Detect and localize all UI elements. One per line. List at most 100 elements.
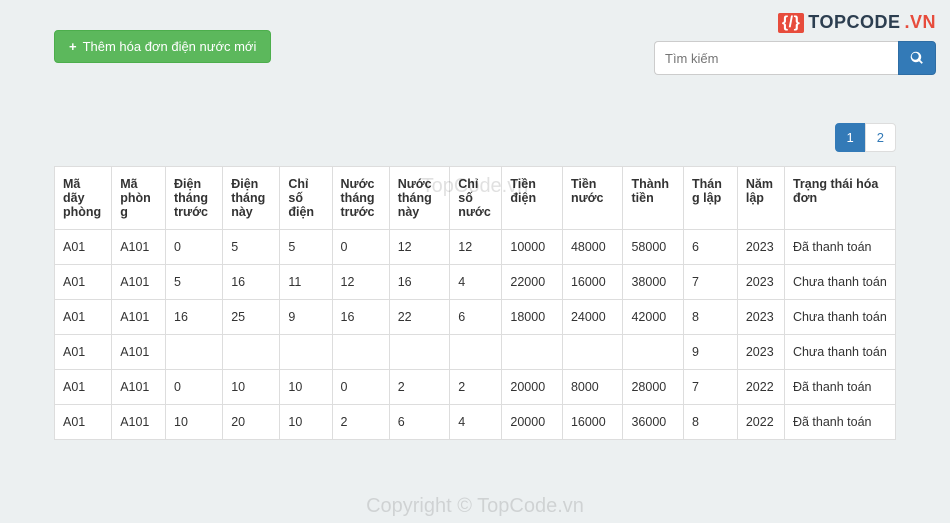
cell: 58000 xyxy=(623,230,684,265)
cell: 9 xyxy=(280,300,332,335)
logo-suffix: .VN xyxy=(904,12,936,33)
cell: A01 xyxy=(55,265,112,300)
search-icon xyxy=(910,51,924,65)
cell: A01 xyxy=(55,230,112,265)
cell: 10 xyxy=(166,405,223,440)
cell xyxy=(623,335,684,370)
col-dien-nay: Điện tháng này xyxy=(223,167,280,230)
cell: 0 xyxy=(166,230,223,265)
logo-brace-icon: {/} xyxy=(778,13,804,33)
col-tien-dien: Tiền điện xyxy=(502,167,563,230)
cell: 6 xyxy=(684,230,738,265)
cell: Đã thanh toán xyxy=(784,230,895,265)
cell: Chưa thanh toán xyxy=(784,335,895,370)
pagination: 1 2 xyxy=(14,123,896,152)
plus-icon: + xyxy=(69,39,77,54)
cell: 4 xyxy=(450,265,502,300)
cell: 25 xyxy=(223,300,280,335)
search-input[interactable] xyxy=(654,41,898,75)
cell: 0 xyxy=(332,370,389,405)
cell xyxy=(562,335,623,370)
col-thanh-tien: Thành tiền xyxy=(623,167,684,230)
cell: A01 xyxy=(55,405,112,440)
cell: 2022 xyxy=(737,405,784,440)
table-row: A01A10110201026420000160003600082022Đã t… xyxy=(55,405,896,440)
top-bar: + Thêm hóa đơn điện nước mới {/} TOPCODE… xyxy=(14,12,936,75)
cell xyxy=(450,335,502,370)
cell: A01 xyxy=(55,300,112,335)
cell: 5 xyxy=(280,230,332,265)
cell: A01 xyxy=(55,335,112,370)
cell: 2023 xyxy=(737,335,784,370)
cell xyxy=(502,335,563,370)
cell: A101 xyxy=(112,300,166,335)
cell xyxy=(280,335,332,370)
cell: Chưa thanh toán xyxy=(784,265,895,300)
col-chi-so-nuoc: Chỉ số nước xyxy=(450,167,502,230)
cell: 16 xyxy=(389,265,450,300)
cell: 7 xyxy=(684,265,738,300)
table-header-row: Mã dãy phòng Mã phòng Điện tháng trước Đ… xyxy=(55,167,896,230)
cell: 42000 xyxy=(623,300,684,335)
col-nuoc-nay: Nước tháng này xyxy=(389,167,450,230)
cell: 24000 xyxy=(562,300,623,335)
add-button-label: Thêm hóa đơn điện nước mới xyxy=(83,39,257,54)
add-invoice-button[interactable]: + Thêm hóa đơn điện nước mới xyxy=(54,30,271,63)
col-nam-lap: Năm lập xyxy=(737,167,784,230)
cell xyxy=(166,335,223,370)
cell: 2 xyxy=(389,370,450,405)
cell: A101 xyxy=(112,335,166,370)
cell: 22000 xyxy=(502,265,563,300)
cell: 12 xyxy=(389,230,450,265)
cell: Đã thanh toán xyxy=(784,370,895,405)
cell: 10 xyxy=(280,405,332,440)
cell: 5 xyxy=(223,230,280,265)
cell: 16000 xyxy=(562,265,623,300)
search-group xyxy=(654,41,936,75)
cell: A101 xyxy=(112,265,166,300)
cell xyxy=(223,335,280,370)
cell: 2023 xyxy=(737,265,784,300)
search-button[interactable] xyxy=(898,41,936,75)
cell: A101 xyxy=(112,230,166,265)
cell: 20 xyxy=(223,405,280,440)
logo-text: TOPCODE xyxy=(808,12,900,33)
cell: 0 xyxy=(332,230,389,265)
cell: 2 xyxy=(450,370,502,405)
cell: 2023 xyxy=(737,230,784,265)
cell: 16 xyxy=(166,300,223,335)
cell: Chưa thanh toán xyxy=(784,300,895,335)
cell: 16 xyxy=(332,300,389,335)
cell: 36000 xyxy=(623,405,684,440)
page-2[interactable]: 2 xyxy=(865,123,896,152)
col-ma-phong: Mã phòng xyxy=(112,167,166,230)
cell: 6 xyxy=(450,300,502,335)
page-1[interactable]: 1 xyxy=(835,123,866,152)
invoice-table: Mã dãy phòng Mã phòng Điện tháng trước Đ… xyxy=(54,166,896,440)
cell: 10000 xyxy=(502,230,563,265)
cell: 12 xyxy=(332,265,389,300)
watermark: Copyright © TopCode.vn xyxy=(0,495,950,518)
table-row: A01A10192023Chưa thanh toán xyxy=(55,335,896,370)
cell: 2 xyxy=(332,405,389,440)
cell: 20000 xyxy=(502,405,563,440)
cell: 4 xyxy=(450,405,502,440)
table-row: A01A101162591622618000240004200082023Chư… xyxy=(55,300,896,335)
cell: 48000 xyxy=(562,230,623,265)
table-row: A01A101516111216422000160003800072023Chư… xyxy=(55,265,896,300)
cell: 10 xyxy=(280,370,332,405)
col-ma-day-phong: Mã dãy phòng xyxy=(55,167,112,230)
cell: 7 xyxy=(684,370,738,405)
cell: 6 xyxy=(389,405,450,440)
table-row: A01A101010100222000080002800072022Đã tha… xyxy=(55,370,896,405)
col-thang-lap: Tháng lập xyxy=(684,167,738,230)
cell: 2022 xyxy=(737,370,784,405)
cell: 38000 xyxy=(623,265,684,300)
col-dien-truoc: Điện tháng trước xyxy=(166,167,223,230)
col-nuoc-truoc: Nước tháng trước xyxy=(332,167,389,230)
cell: A101 xyxy=(112,405,166,440)
cell: 11 xyxy=(280,265,332,300)
col-chi-so-dien: Chỉ số điện xyxy=(280,167,332,230)
cell: 18000 xyxy=(502,300,563,335)
cell: A101 xyxy=(112,370,166,405)
